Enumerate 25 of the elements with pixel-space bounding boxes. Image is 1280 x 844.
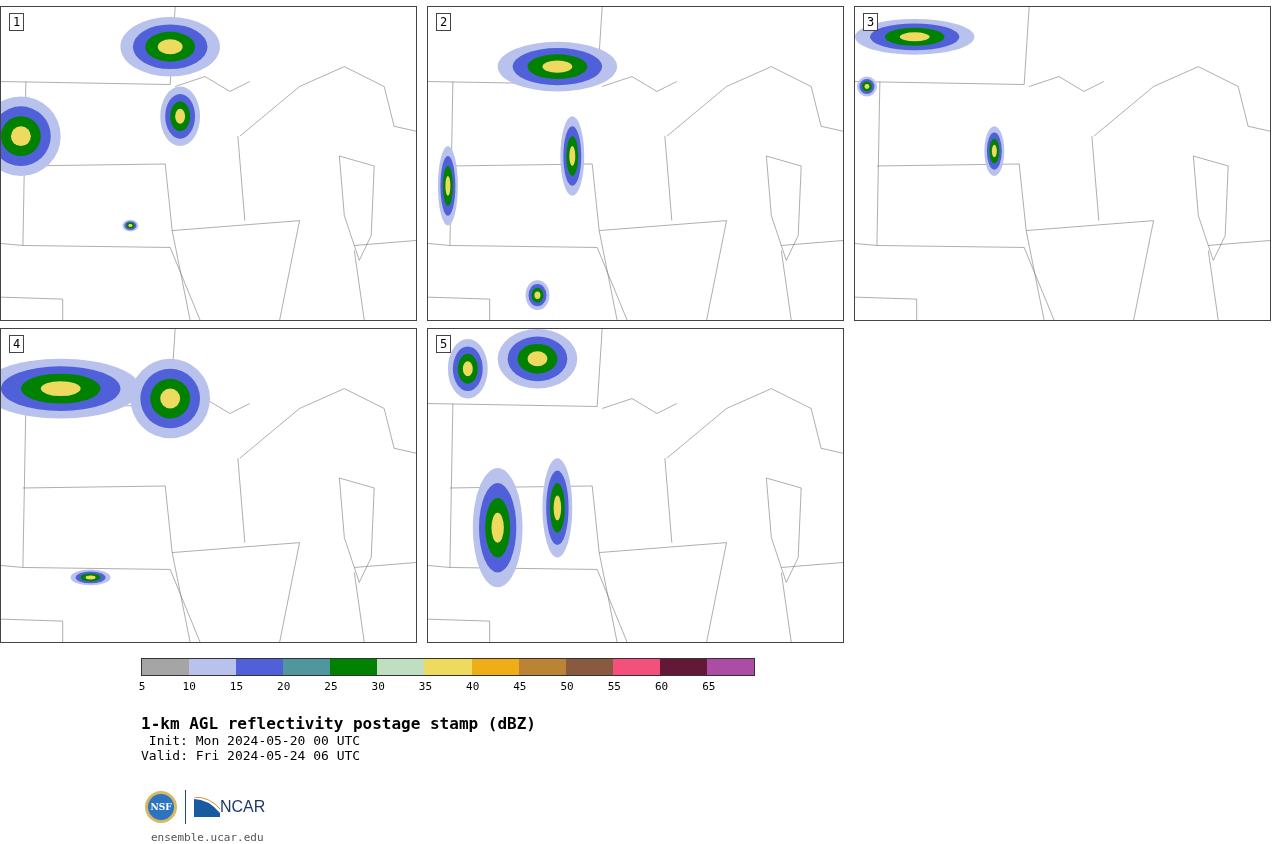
tick-label: 15	[229, 680, 244, 693]
tick-label: 20	[277, 680, 291, 693]
seal-logo: NSF	[145, 791, 177, 823]
tick-label: 60	[654, 680, 669, 693]
tick-label: 45	[513, 680, 527, 693]
panel-number: 1	[9, 13, 25, 31]
init-time: Init: Mon 2024-05-20 00 UTC	[147, 733, 362, 748]
tick-label: 40	[466, 680, 480, 693]
panel-number: 4	[9, 335, 25, 353]
panel-number: 3	[863, 13, 879, 31]
tick-label: 5	[138, 680, 146, 693]
chart-title: 1-km AGL reflectivity postage stamp (dBZ)	[141, 714, 537, 733]
panel-number: 2	[436, 13, 452, 31]
tick-label: 50	[560, 680, 574, 693]
tick-label: 35	[418, 680, 433, 693]
tick-label: 30	[371, 680, 385, 693]
tick-label: 65	[702, 680, 716, 693]
swoosh-icon	[194, 797, 220, 817]
valid-time: Valid: Fri 2024-05-24 06 UTC	[141, 748, 362, 763]
tick-label: 25	[324, 680, 338, 693]
site-url: ensemble.ucar.edu	[151, 831, 265, 844]
panel-number: 5	[436, 335, 452, 353]
logo-text: NCAR	[220, 798, 266, 816]
tick-label: 55	[607, 680, 621, 693]
tick-label: 10	[182, 680, 196, 693]
